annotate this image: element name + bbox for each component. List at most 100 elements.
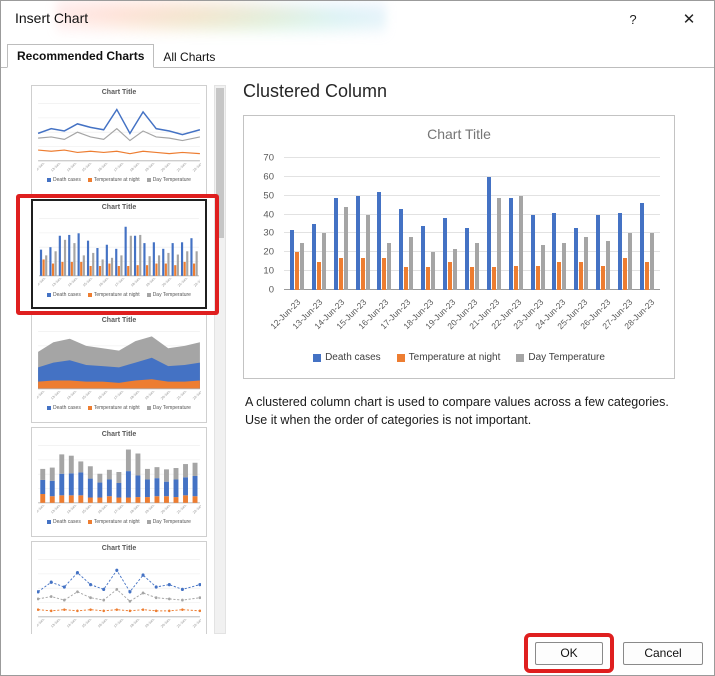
bar: [579, 262, 583, 290]
mini-chart-title: Chart Title: [37, 545, 201, 555]
bar-group: [527, 215, 549, 290]
x-axis-tick: 28-Jun-23: [638, 292, 660, 344]
bar: [514, 266, 518, 291]
mini-chart-title: Chart Title: [38, 204, 200, 214]
mini-chart-title: Chart Title: [37, 431, 201, 441]
tab-bar: Recommended Charts All Charts: [1, 45, 714, 68]
bar: [465, 228, 469, 290]
bar: [650, 233, 654, 290]
mini-line-chart: [37, 100, 201, 162]
chart-thumbnail-stacked-area[interactable]: Chart Title 12-Jun-2313-Jun-2314-Jun-231…: [31, 313, 207, 423]
bar: [334, 198, 338, 290]
bar: [382, 258, 386, 290]
bar: [628, 233, 632, 290]
bar-group: [439, 218, 461, 290]
help-icon[interactable]: ?: [618, 7, 648, 33]
tab-recommended-charts[interactable]: Recommended Charts: [7, 44, 154, 68]
mini-chart-title: Chart Title: [37, 89, 201, 99]
bar: [404, 267, 408, 290]
mini-legend-label: Temperature at night: [94, 292, 140, 298]
chart-thumbnail-stacked-column[interactable]: Chart Title 12-Jun-2313-Jun-2314-Jun-231…: [31, 427, 207, 537]
mini-legend-label: Day Temperature: [153, 519, 191, 525]
bar-group: [461, 228, 483, 290]
mini-stacked-column-chart: [37, 442, 201, 504]
mini-legend-label: Day Temperature: [153, 292, 191, 298]
bar: [361, 258, 365, 290]
mini-legend: Death cases Temperature at night Day Tem…: [38, 291, 200, 299]
legend-swatch: [313, 354, 321, 362]
bar: [487, 177, 491, 290]
bar: [431, 252, 435, 290]
bar: [552, 213, 556, 290]
mini-legend-label: Day Temperature: [153, 405, 191, 411]
titlebar-gradient-artifact: [56, 0, 386, 45]
bar: [300, 243, 304, 290]
legend-label: Temperature at night: [409, 352, 501, 363]
legend-swatch: [516, 354, 524, 362]
chart-legend: Death casesTemperature at nightDay Tempe…: [244, 352, 674, 363]
bar-group: [483, 177, 505, 290]
ok-button[interactable]: OK: [535, 642, 603, 665]
bar: [290, 230, 294, 290]
bar-group: [395, 209, 417, 290]
chart-thumbnail-line-markers[interactable]: Chart Title 12-Jun-2313-Jun-2314-Jun-231…: [31, 541, 207, 634]
bar: [531, 215, 535, 290]
y-axis-tick-label: 10: [263, 266, 274, 277]
bar-groups: [284, 158, 660, 290]
bar: [584, 237, 588, 290]
mini-x-axis-labels: 12-Jun-2313-Jun-2314-Jun-2315-Jun-2316-J…: [37, 391, 201, 404]
bar-group: [614, 213, 636, 290]
bar: [623, 258, 627, 290]
close-icon[interactable]: ✕: [674, 7, 704, 33]
bar: [399, 209, 403, 290]
bar-group: [308, 224, 330, 290]
list-scrollbar[interactable]: [214, 85, 226, 634]
bar: [601, 266, 605, 291]
y-axis-tick-label: 40: [263, 209, 274, 220]
chart-description: A clustered column chart is used to comp…: [245, 393, 677, 429]
bar-group: [286, 230, 308, 290]
chart-title: Chart Title: [244, 126, 674, 142]
legend-item: Death cases: [313, 352, 381, 363]
bar-group: [549, 213, 571, 290]
bar-group: [636, 203, 658, 290]
bar-group: [352, 196, 374, 290]
mini-legend: Death cases Temperature at night Day Tem…: [37, 404, 201, 412]
bar: [645, 262, 649, 290]
bar: [541, 245, 545, 290]
titlebar[interactable]: Insert Chart ? ✕: [1, 1, 714, 43]
bar: [409, 237, 413, 290]
bar: [312, 224, 316, 290]
mini-line-markers-chart: [37, 556, 201, 618]
legend-item: Temperature at night: [397, 352, 501, 363]
plot-area: [284, 158, 660, 290]
bar: [557, 262, 561, 290]
mini-x-axis-labels: 12-Jun-2313-Jun-2314-Jun-2315-Jun-2316-J…: [37, 163, 201, 176]
bar: [497, 198, 501, 290]
bar: [366, 215, 370, 290]
cancel-button[interactable]: Cancel: [623, 642, 703, 665]
bar: [562, 243, 566, 290]
bar: [387, 243, 391, 290]
bar-group: [570, 228, 592, 290]
tab-all-charts[interactable]: All Charts: [154, 46, 224, 68]
bar: [295, 252, 299, 290]
chart-thumbnail-line[interactable]: Chart Title 12-Jun-2313-Jun-2314-Jun-231…: [31, 85, 207, 195]
y-axis-tick-label: 0: [269, 285, 274, 296]
bar: [339, 258, 343, 290]
x-axis: 12-Jun-2313-Jun-2314-Jun-2315-Jun-2316-J…: [284, 292, 660, 344]
bar: [596, 215, 600, 290]
mini-legend: Death cases Temperature at night Day Tem…: [37, 176, 201, 184]
mini-clustered-column-chart: [38, 215, 200, 277]
bar: [606, 241, 610, 290]
bar: [356, 196, 360, 290]
bar-group: [592, 215, 614, 290]
chart-preview: Chart Title 010203040506070 12-Jun-2313-…: [243, 115, 675, 379]
legend-label: Death cases: [325, 352, 381, 363]
chart-thumbnail-clustered-column[interactable]: Chart Title 12-Jun-2313-Jun-2314-Jun-231…: [31, 199, 207, 309]
scrollbar-thumb[interactable]: [216, 88, 224, 238]
mini-x-axis-labels: 12-Jun-2313-Jun-2314-Jun-2315-Jun-2316-J…: [37, 619, 201, 632]
bar: [492, 267, 496, 290]
mini-legend-label: Death cases: [53, 519, 81, 525]
mini-chart-title: Chart Title: [37, 317, 201, 327]
